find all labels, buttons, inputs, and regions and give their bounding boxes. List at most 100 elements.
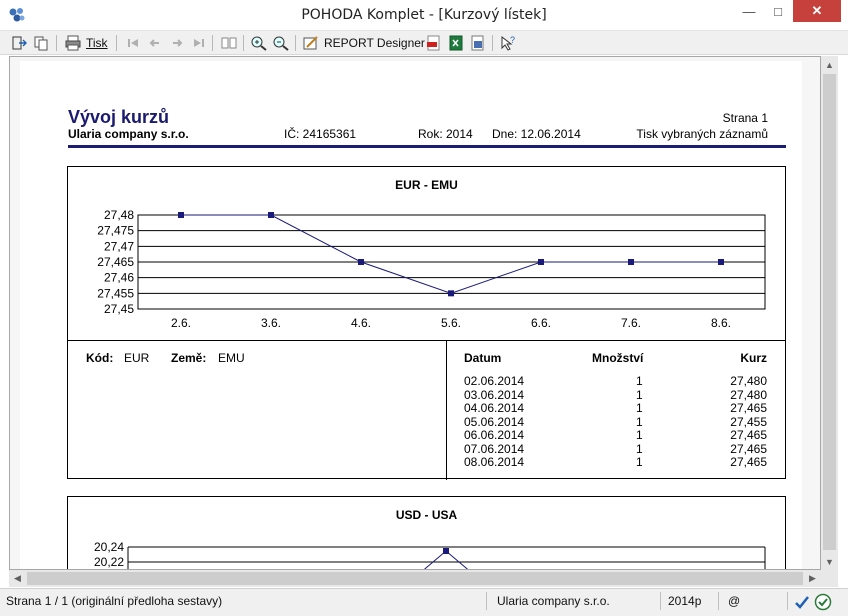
row-date: 08.06.2014 [464, 455, 525, 469]
scroll-right-icon[interactable]: ▶ [804, 570, 821, 587]
minimize-button[interactable]: — [735, 0, 763, 22]
eur-line-chart: 27,48 27,47527,47 27,465 27,4627,455 27,45 2.… [97, 208, 766, 330]
row-rate: 27,465 [730, 401, 767, 415]
row-rate: 27,465 [730, 441, 767, 456]
data-point [443, 548, 449, 554]
excel-icon [449, 35, 463, 51]
zoom-in-icon [251, 36, 267, 51]
maximize-button[interactable]: □ [764, 0, 792, 22]
door-exit-icon [12, 36, 27, 50]
y-tick-label: 20,24 [94, 540, 124, 554]
first-page-icon [128, 39, 138, 47]
y-tick-label: 27,45 [104, 302, 134, 316]
rate-info-box: Kód: EUR Země: EMU Datum Množství Kurz 0… [67, 340, 786, 480]
report-page: Vývoj kurzů Ularia company s.r.o. Strana… [20, 61, 802, 569]
row-date: 06.06.2014 [464, 428, 525, 442]
scroll-left-icon[interactable]: ◀ [9, 570, 26, 587]
toolbar: Tisk REPORT Designer ? [0, 31, 848, 55]
report-date: Dne: 12.06.2014 [492, 127, 581, 141]
y-tick-label: 20,22 [94, 555, 124, 569]
info-divider [446, 341, 447, 480]
report-designer-button[interactable]: REPORT Designer [302, 34, 425, 52]
export-excel-button[interactable] [447, 34, 465, 52]
header-quantity: Množství [592, 351, 644, 365]
help-button[interactable]: ? [499, 34, 517, 52]
report-year: Rok: 2014 [418, 127, 473, 141]
country-value: EMU [218, 351, 245, 365]
data-point [268, 212, 274, 218]
vertical-scrollbar[interactable]: ▲ ▼ [821, 56, 838, 570]
report-designer-label: REPORT Designer [324, 36, 425, 50]
two-pages-button[interactable] [220, 34, 238, 52]
close-icon: ✕ [811, 3, 823, 18]
svg-text:?: ? [510, 35, 515, 45]
row-rate: 27,465 [730, 455, 767, 469]
vertical-scroll-thumb[interactable] [823, 74, 836, 550]
row-date: 04.06.2014 [464, 401, 525, 415]
window-title: POHODA Komplet - [Kurzový lístek] [301, 7, 547, 23]
report-ic: IČ: 24165361 [284, 127, 357, 141]
row-rate: 27,480 [730, 387, 767, 402]
first-page-button[interactable] [124, 34, 142, 52]
two-pages-icon [221, 37, 237, 49]
data-point [358, 259, 364, 265]
copy-pages-icon [34, 36, 48, 51]
row-quantity: 1 [636, 455, 643, 469]
scrollbar-corner [821, 570, 838, 587]
zoom-out-button[interactable] [272, 34, 290, 52]
data-point [448, 290, 454, 297]
status-company: Ularia company s.r.o. [497, 594, 610, 608]
data-point [538, 259, 544, 265]
horizontal-scrollbar[interactable]: ◀ ▶ [9, 570, 821, 587]
maximize-icon: □ [774, 3, 782, 19]
last-page-button[interactable] [190, 34, 208, 52]
y-tick-label: 27,455 [97, 286, 134, 300]
row-date: 05.06.2014 [464, 414, 525, 429]
status-bar: Strana 1 / 1 (originální předloha sestav… [0, 588, 848, 616]
row-rate: 27,455 [730, 414, 767, 429]
code-value: EUR [124, 351, 150, 365]
next-page-button[interactable] [168, 34, 186, 52]
x-tick-label: 8.6. [711, 316, 731, 330]
close-button[interactable]: ✕ [793, 0, 841, 22]
export-pdf-button[interactable] [425, 34, 443, 52]
zoom-out-icon [273, 36, 289, 51]
usd-line-chart: 20,2420,22 [94, 540, 766, 569]
arrow-right-icon [173, 39, 183, 47]
row-quantity: 1 [636, 414, 643, 429]
y-tick-label: 27,48 [104, 208, 134, 222]
row-quantity: 1 [636, 387, 643, 402]
y-tick-label: 27,465 [97, 255, 134, 269]
title-bar: POHODA Komplet - [Kurzový lístek] — □ ✕ [0, 0, 848, 31]
horizontal-scroll-thumb[interactable] [27, 572, 803, 585]
report-viewport[interactable]: Vývoj kurzů Ularia company s.r.o. Strana… [9, 56, 821, 570]
minimize-icon: — [742, 3, 756, 19]
copy-button[interactable] [32, 34, 50, 52]
x-tick-label: 7.6. [621, 316, 641, 330]
data-point [718, 259, 724, 265]
report-company: Ularia company s.r.o. [68, 127, 189, 141]
print-label: Tisk [86, 36, 108, 50]
header-date: Datum [464, 351, 502, 365]
last-page-icon [194, 39, 204, 47]
printer-icon [65, 35, 81, 51]
y-tick-label: 27,46 [104, 271, 134, 285]
data-point [178, 212, 184, 218]
close-preview-button[interactable] [10, 34, 28, 52]
x-tick-label: 3.6. [261, 316, 281, 330]
status-year: 2014p [668, 594, 702, 608]
report-designer-icon [303, 36, 318, 50]
scroll-up-icon[interactable]: ▲ [821, 56, 838, 73]
x-tick-label: 6.6. [531, 316, 551, 330]
edit-check-icon [795, 596, 809, 609]
zoom-in-button[interactable] [250, 34, 268, 52]
row-quantity: 1 [636, 428, 643, 442]
usd-chart-box: USD - USA 20,24 20,22 [67, 496, 786, 569]
export-button[interactable] [469, 34, 487, 52]
prev-page-button[interactable] [146, 34, 164, 52]
header-rate: Kurz [740, 351, 767, 365]
status-page: Strana 1 / 1 (originální předloha sestav… [6, 594, 223, 608]
report-title: Vývoj kurzů [68, 107, 170, 127]
print-button[interactable]: Tisk [64, 34, 108, 52]
scroll-down-icon[interactable]: ▼ [821, 553, 838, 570]
